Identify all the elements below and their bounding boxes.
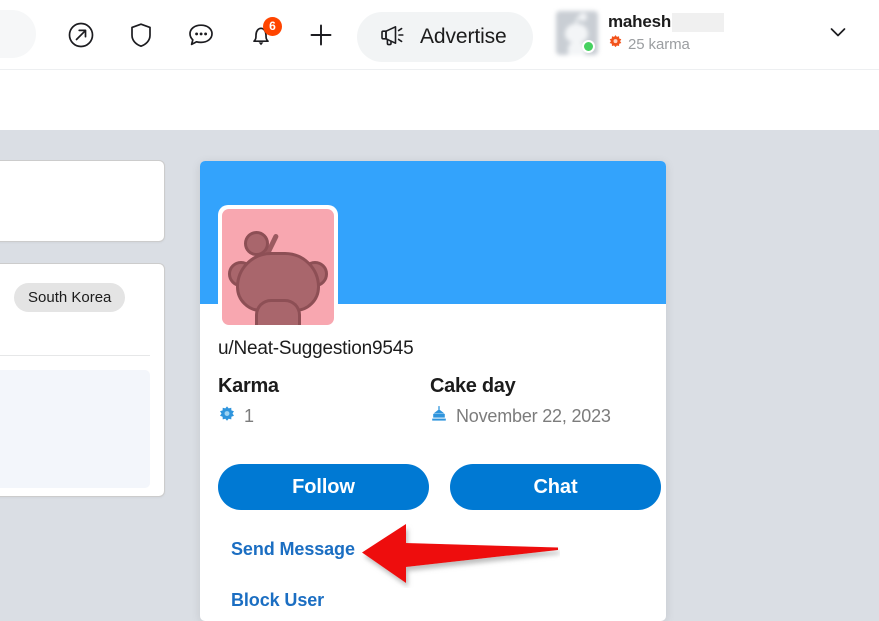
profile-action-buttons: Follow Chat (218, 464, 661, 510)
user-name: mahesh (608, 12, 672, 31)
cakeday-stat-value: November 22, 2023 (456, 406, 611, 426)
chevron-down-icon[interactable] (820, 14, 856, 50)
advertise-button[interactable]: Advertise (357, 12, 533, 62)
karma-stat-value-row: 1 (218, 405, 279, 428)
user-profile-hovercard: u/Neat-Suggestion9545 Karma 1 Cake day N… (200, 161, 666, 621)
cake-slice-icon (430, 405, 448, 428)
avatar (556, 8, 598, 58)
sidebar-tag-south-korea[interactable]: South Korea (14, 283, 126, 312)
user-karma-row: 25 karma (608, 34, 724, 54)
plus-icon[interactable] (299, 13, 343, 57)
search-bar-partial[interactable] (0, 10, 36, 58)
user-karma-label: 25 karma (628, 35, 690, 53)
advertise-label: Advertise (420, 25, 507, 48)
block-user-link[interactable]: Block User (231, 590, 324, 611)
popout-icon[interactable] (59, 13, 103, 57)
karma-stat-title: Karma (218, 375, 279, 397)
user-menu[interactable]: mahesh 25 karma (556, 8, 725, 58)
profile-username[interactable]: u/Neat-Suggestion9545 (218, 338, 414, 360)
sidebar-card-top (0, 160, 165, 242)
online-status-dot (582, 40, 595, 53)
send-message-link[interactable]: Send Message (231, 539, 355, 560)
karma-flower-icon (608, 34, 623, 54)
notification-badge: 6 (263, 17, 282, 36)
shield-icon[interactable] (119, 13, 163, 57)
chat-button[interactable]: Chat (450, 464, 661, 510)
snoo-avatar-large (222, 209, 334, 325)
user-name-redaction (672, 12, 725, 32)
bell-icon[interactable]: 6 (239, 13, 283, 57)
karma-stat-block: Karma 1 (218, 375, 279, 428)
cakeday-stat-block: Cake day November 22, 2023 (430, 375, 611, 428)
karma-flower-icon (218, 405, 236, 428)
chat-icon[interactable] (179, 13, 223, 57)
user-name-row: mahesh (608, 12, 725, 32)
sidebar-divider (0, 355, 150, 356)
user-info: mahesh 25 karma (608, 12, 725, 54)
cakeday-stat-title: Cake day (430, 375, 516, 397)
follow-button[interactable]: Follow (218, 464, 429, 510)
header-subbar (0, 70, 879, 130)
megaphone-icon (379, 23, 407, 52)
cakeday-stat-value-row: November 22, 2023 (430, 405, 611, 428)
top-navigation-bar: 6 Advertise mahesh 25 karma (0, 0, 879, 70)
sidebar-inner-panel (0, 370, 150, 488)
karma-stat-value: 1 (244, 406, 254, 426)
profile-avatar-frame (218, 205, 338, 329)
reddit-profile-hovercard-screenshot: South Korea 6 Advertise mahesh 25 karma … (0, 0, 879, 621)
